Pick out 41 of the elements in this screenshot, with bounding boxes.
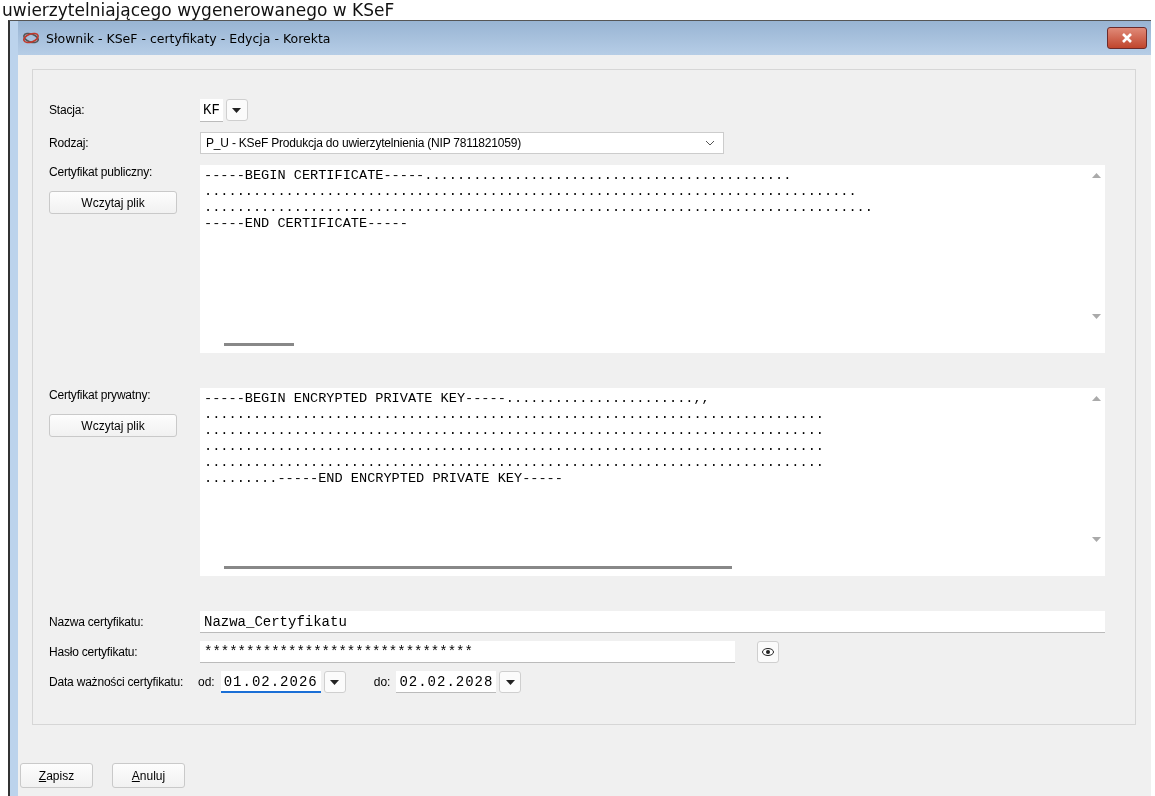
kind-select[interactable]: P_U - KSeF Produkcja do uwierzytelnienia (NIP 7811821059) [200,132,724,154]
scroll-down-icon[interactable] [1092,314,1101,319]
dialog-button[interactable]: Anuluj [112,763,185,788]
name-input[interactable]: Nazwa_Certyfikatu [200,611,1105,633]
field-label: Data ważności certyfikatu: [49,675,185,689]
caret-icon [330,679,340,685]
dropdown-button[interactable] [499,671,522,693]
field-label: Certyfikat prywatny: [49,388,151,402]
password-input[interactable]: ******************************** [200,641,735,663]
scroll-up-icon[interactable] [1092,396,1101,401]
close-button[interactable] [1107,27,1147,49]
certificate-text-area[interactable]: -----BEGIN CERTIFICATE-----............................................. ................................................................................ .................................................................................. -----END CERTIFICATE----- [200,165,1105,353]
field-label: Hasło certyfikatu: [49,645,139,659]
certificate-text-area[interactable]: -----BEGIN ENCRYPTED PRIVATE KEY-----.......................,, ............................................................................ ............................................................................ ............................................................................ ............................................................................ .........-----END ENCRYPTED PRIVATE KEY----- [200,388,1105,576]
load-file-button[interactable]: Wczytaj plik [49,191,177,214]
station-field[interactable]: KF [200,98,223,122]
field-label: Rodzaj: [49,136,90,150]
window-title: Słownik - KSeF - certyfikaty - Edycja - Korekta [46,30,331,46]
field-label: od: [198,675,215,689]
field-label: Stacja: [49,103,86,117]
scroll-down-icon[interactable] [1092,537,1101,542]
dropdown-button[interactable] [225,99,248,121]
close-icon [1121,33,1133,43]
field-label: do: [373,675,391,689]
caret-icon [505,679,515,685]
show-password-button[interactable] [757,641,779,663]
dialog-button[interactable]: Zapisz [20,763,93,788]
scrollbar-thumb[interactable] [224,343,294,346]
app-logo-icon [22,31,40,45]
eye-icon [762,648,774,656]
field-label: Nazwa certyfikatu: [49,615,145,629]
dropdown-button[interactable] [323,671,346,693]
caret-icon [232,107,242,113]
chevron-icon [705,140,715,146]
heading-text: uwierzytelniającego wygenerowanego w KSeF [1,0,396,20]
field-label: Certyfikat publiczny: [49,165,153,179]
date-field[interactable]: 02.02.2028 [396,671,497,693]
date-field[interactable]: 01.02.2026 [220,671,321,693]
load-file-button[interactable]: Wczytaj plik [49,414,177,437]
scrollbar-thumb[interactable] [224,566,732,569]
scroll-up-icon[interactable] [1092,173,1101,178]
